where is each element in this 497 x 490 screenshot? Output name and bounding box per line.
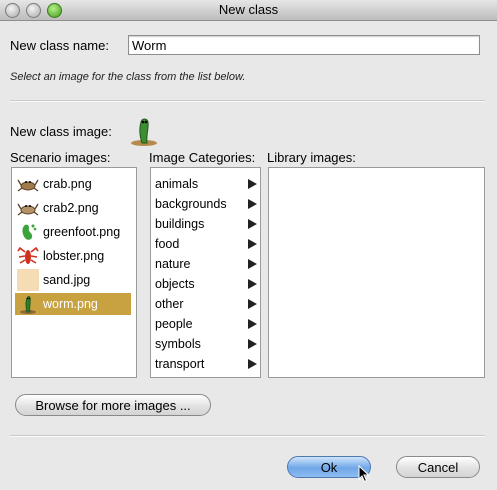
category-item-nature[interactable]: nature [155,254,259,274]
library-images-list[interactable] [268,167,485,378]
category-label: symbols [155,337,201,351]
library-images-header: Library images: [267,150,356,165]
chevron-right-icon [248,339,257,349]
browse-images-button[interactable]: Browse for more images ... [15,394,211,416]
separator-bottom [10,435,485,437]
separator-top [10,100,485,102]
class-image-preview-worm-icon [131,118,157,146]
category-label: objects [155,277,195,291]
category-item-transport[interactable]: transport [155,354,259,374]
sand-icon [17,269,39,291]
class-image-label: New class image: [10,124,112,139]
chevron-right-icon [248,319,257,329]
image-categories-list[interactable]: animals backgrounds buildings food natur… [150,167,261,378]
chevron-right-icon [248,179,257,189]
category-item-buildings[interactable]: buildings [155,214,259,234]
scenario-images-list[interactable]: crab.png crab2.png greenfoot.png lobster… [11,167,137,378]
window-titlebar: New class [0,0,497,21]
category-label: backgrounds [155,197,227,211]
chevron-right-icon [248,219,257,229]
category-label: animals [155,177,199,191]
chevron-right-icon [248,299,257,309]
list-item-label: worm.png [43,297,98,311]
list-item-selected[interactable]: worm.png [15,293,131,315]
chevron-right-icon [248,239,257,249]
category-item-people[interactable]: people [155,314,259,334]
chevron-right-icon [248,259,257,269]
list-item-label: crab2.png [43,201,99,215]
list-item-label: crab.png [43,177,92,191]
chevron-right-icon [248,199,257,209]
category-label: other [155,297,184,311]
category-item-backgrounds[interactable]: backgrounds [155,194,259,214]
list-item[interactable]: lobster.png [15,245,131,267]
crab-icon [17,179,39,192]
mouse-cursor-icon [358,465,370,483]
window-title: New class [218,2,279,17]
category-item-symbols[interactable]: symbols [155,334,259,354]
list-item[interactable]: crab.png [15,173,131,195]
class-name-input[interactable] [128,35,480,55]
lobster-icon [17,246,39,264]
category-item-other[interactable]: other [155,294,259,314]
crab-icon [17,203,39,216]
image-categories-header: Image Categories: [149,150,256,165]
list-item[interactable]: crab2.png [15,197,131,219]
category-item-objects[interactable]: objects [155,274,259,294]
hint-text: Select an image for the class from the l… [10,71,246,83]
category-label: transport [155,357,205,371]
category-item-food[interactable]: food [155,234,259,254]
worm-icon [20,296,36,314]
list-item-label: lobster.png [43,249,105,263]
category-label: people [155,317,193,331]
category-label: food [155,237,180,251]
chevron-right-icon [248,359,257,369]
category-label: buildings [155,217,205,231]
list-item-label: sand.jpg [43,273,91,287]
list-item[interactable]: sand.jpg [15,269,131,291]
list-item[interactable]: greenfoot.png [15,221,131,243]
list-item-label: greenfoot.png [43,225,121,239]
class-name-label: New class name: [10,38,109,53]
category-label: nature [155,257,191,271]
greenfoot-icon [22,224,37,240]
cancel-button[interactable]: Cancel [396,456,480,478]
chevron-right-icon [248,279,257,289]
category-item-animals[interactable]: animals [155,174,259,194]
scenario-images-header: Scenario images: [10,150,111,165]
